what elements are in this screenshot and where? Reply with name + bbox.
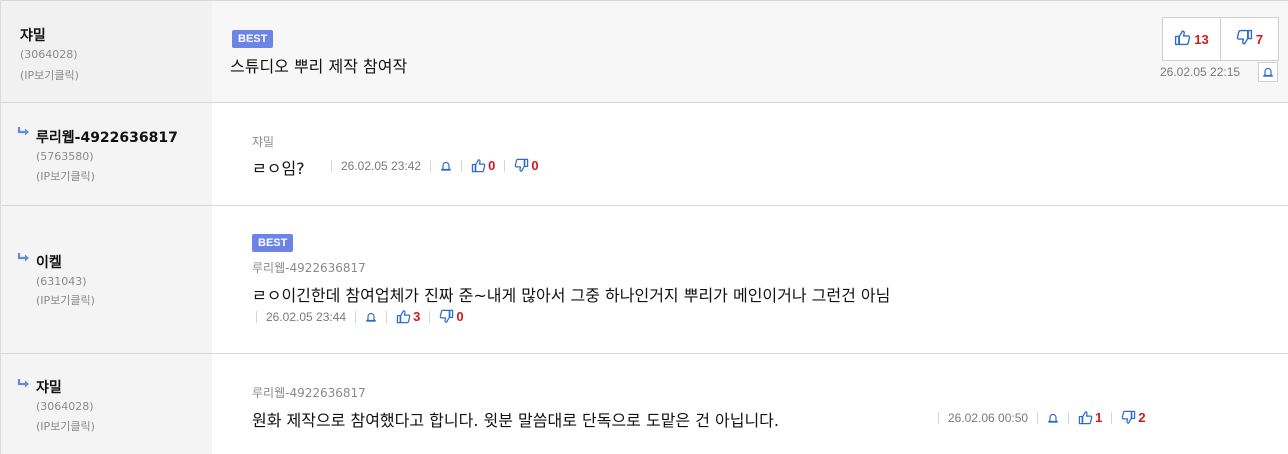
report-button[interactable]	[1047, 412, 1059, 424]
comment-content: BEST 루리웹-4922636817 ㄹㅇ이긴한데 참여업체가 진짜 준~내게…	[212, 206, 1288, 353]
upvote-button[interactable]: 13	[1163, 18, 1220, 60]
comment-text: 원화 제작으로 참여했다고 합니다. 윗분 말씀대로 단독으로 도맡은 건 아닙…	[252, 411, 779, 430]
thumbs-up-icon	[1078, 411, 1093, 425]
best-badge: BEST	[232, 30, 274, 48]
reply-target[interactable]: 쟈밀	[252, 133, 274, 150]
ip-view-link[interactable]: (IP보기클릭)	[36, 292, 95, 308]
thumbs-up-icon	[1174, 29, 1191, 50]
author-nick[interactable]: 루리웹-4922636817	[36, 127, 178, 147]
divider	[355, 310, 357, 323]
divider	[1111, 411, 1113, 424]
report-button[interactable]	[440, 160, 452, 172]
report-button[interactable]	[365, 311, 377, 323]
best-badge: BEST	[252, 234, 294, 252]
comment-row: 쟈밀 (3064028) (IP보기클릭) 루리웹-4922636817 원화 …	[1, 354, 1288, 454]
report-button[interactable]	[1258, 62, 1278, 82]
author-uid: (5763580)	[36, 150, 94, 163]
downvote-count: 0	[531, 158, 539, 173]
downvote-count: 2	[1138, 410, 1146, 425]
comment-meta: 26.02.05 23:42 0 0	[322, 158, 539, 173]
upvote-count: 13	[1194, 31, 1209, 47]
upvote-button[interactable]	[471, 158, 486, 173]
ip-view-link[interactable]: (IP보기클릭)	[20, 67, 79, 83]
comment-row: 루리웹-4922636817 (5763580) (IP보기클릭) 쟈밀 ㄹㅇ임…	[1, 103, 1288, 206]
post-row: 쟈밀 (3064028) (IP보기클릭) BEST 스튜디오 뿌리 제작 참여…	[1, 0, 1288, 103]
comment-row: 이켈 (631043) (IP보기클릭) BEST 루리웹-4922636817…	[1, 206, 1288, 354]
comment-meta: 26.02.05 23:44 3 0	[247, 309, 464, 324]
divider	[331, 159, 332, 172]
author-panel: 쟈밀 (3064028) (IP보기클릭)	[1, 354, 212, 454]
reply-arrow-icon	[17, 127, 29, 136]
downvote-count: 0	[456, 309, 464, 324]
ip-view-link[interactable]: (IP보기클릭)	[36, 168, 95, 184]
downvote-button[interactable]	[1121, 410, 1136, 425]
reply-arrow-icon	[17, 379, 29, 388]
comment-date: 26.02.06 00:50	[948, 410, 1029, 425]
divider	[461, 159, 463, 172]
author-panel: 쟈밀 (3064028) (IP보기클릭)	[1, 1, 212, 102]
comment-board: 쟈밀 (3064028) (IP보기클릭) BEST 스튜디오 뿌리 제작 참여…	[0, 0, 1288, 454]
ip-view-link[interactable]: (IP보기클릭)	[36, 418, 95, 434]
author-uid: (3064028)	[36, 400, 94, 413]
bell-icon	[440, 161, 452, 171]
thumbs-down-icon	[1121, 410, 1136, 424]
downvote-button[interactable]	[439, 309, 454, 324]
upvote-count: 1	[1095, 410, 1103, 425]
comment-text: ㄹㅇ임?	[252, 159, 305, 178]
upvote-count: 3	[413, 309, 421, 324]
thumbs-up-icon	[471, 159, 486, 173]
divider	[938, 411, 939, 424]
downvote-button[interactable]	[514, 158, 529, 173]
vote-box: 13 7	[1162, 17, 1279, 61]
author-nick[interactable]: 이켈	[36, 252, 62, 272]
divider	[504, 159, 506, 172]
divider	[256, 310, 257, 323]
comment-date: 26.02.05 23:42	[341, 158, 422, 173]
thumbs-down-icon	[439, 309, 454, 323]
divider	[386, 310, 388, 323]
reply-arrow-icon	[17, 253, 29, 262]
divider	[1068, 411, 1070, 424]
author-nick[interactable]: 쟈밀	[20, 25, 46, 45]
author-uid: (3064028)	[20, 48, 78, 61]
post-date: 26.02.05 22:15	[1160, 65, 1241, 79]
author-panel: 이켈 (631043) (IP보기클릭)	[1, 206, 212, 353]
comment-content: 쟈밀 ㄹㅇ임? 26.02.05 23:42 0 0	[212, 103, 1288, 205]
author-nick[interactable]: 쟈밀	[36, 377, 62, 397]
downvote-count: 7	[1255, 31, 1264, 47]
thumbs-down-icon	[514, 158, 529, 172]
post-title: 스튜디오 뿌리 제작 참여작	[230, 57, 408, 76]
divider	[430, 159, 432, 172]
comment-meta: 26.02.06 00:50 1 2	[929, 410, 1146, 425]
divider	[1037, 411, 1039, 424]
bell-icon	[1047, 413, 1059, 423]
author-panel: 루리웹-4922636817 (5763580) (IP보기클릭)	[1, 103, 212, 205]
post-content: BEST 스튜디오 뿌리 제작 참여작	[212, 1, 1288, 102]
upvote-button[interactable]	[1078, 410, 1093, 425]
bell-icon	[365, 312, 377, 322]
comment-date: 26.02.05 23:44	[266, 309, 347, 324]
reply-target[interactable]: 루리웹-4922636817	[252, 384, 366, 401]
upvote-count: 0	[488, 158, 496, 173]
upvote-button[interactable]	[396, 309, 411, 324]
comment-text: ㄹㅇ이긴한데 참여업체가 진짜 준~내게 많아서 그중 하나인거지 뿌리가 메인…	[252, 286, 891, 305]
bell-icon	[1262, 63, 1274, 82]
comment-content: 루리웹-4922636817 원화 제작으로 참여했다고 합니다. 윗분 말씀대…	[212, 354, 1288, 454]
downvote-button[interactable]: 7	[1220, 18, 1278, 60]
divider	[429, 310, 431, 323]
thumbs-down-icon	[1236, 29, 1253, 50]
author-uid: (631043)	[36, 275, 87, 288]
reply-target[interactable]: 루리웹-4922636817	[252, 259, 366, 276]
thumbs-up-icon	[396, 310, 411, 324]
